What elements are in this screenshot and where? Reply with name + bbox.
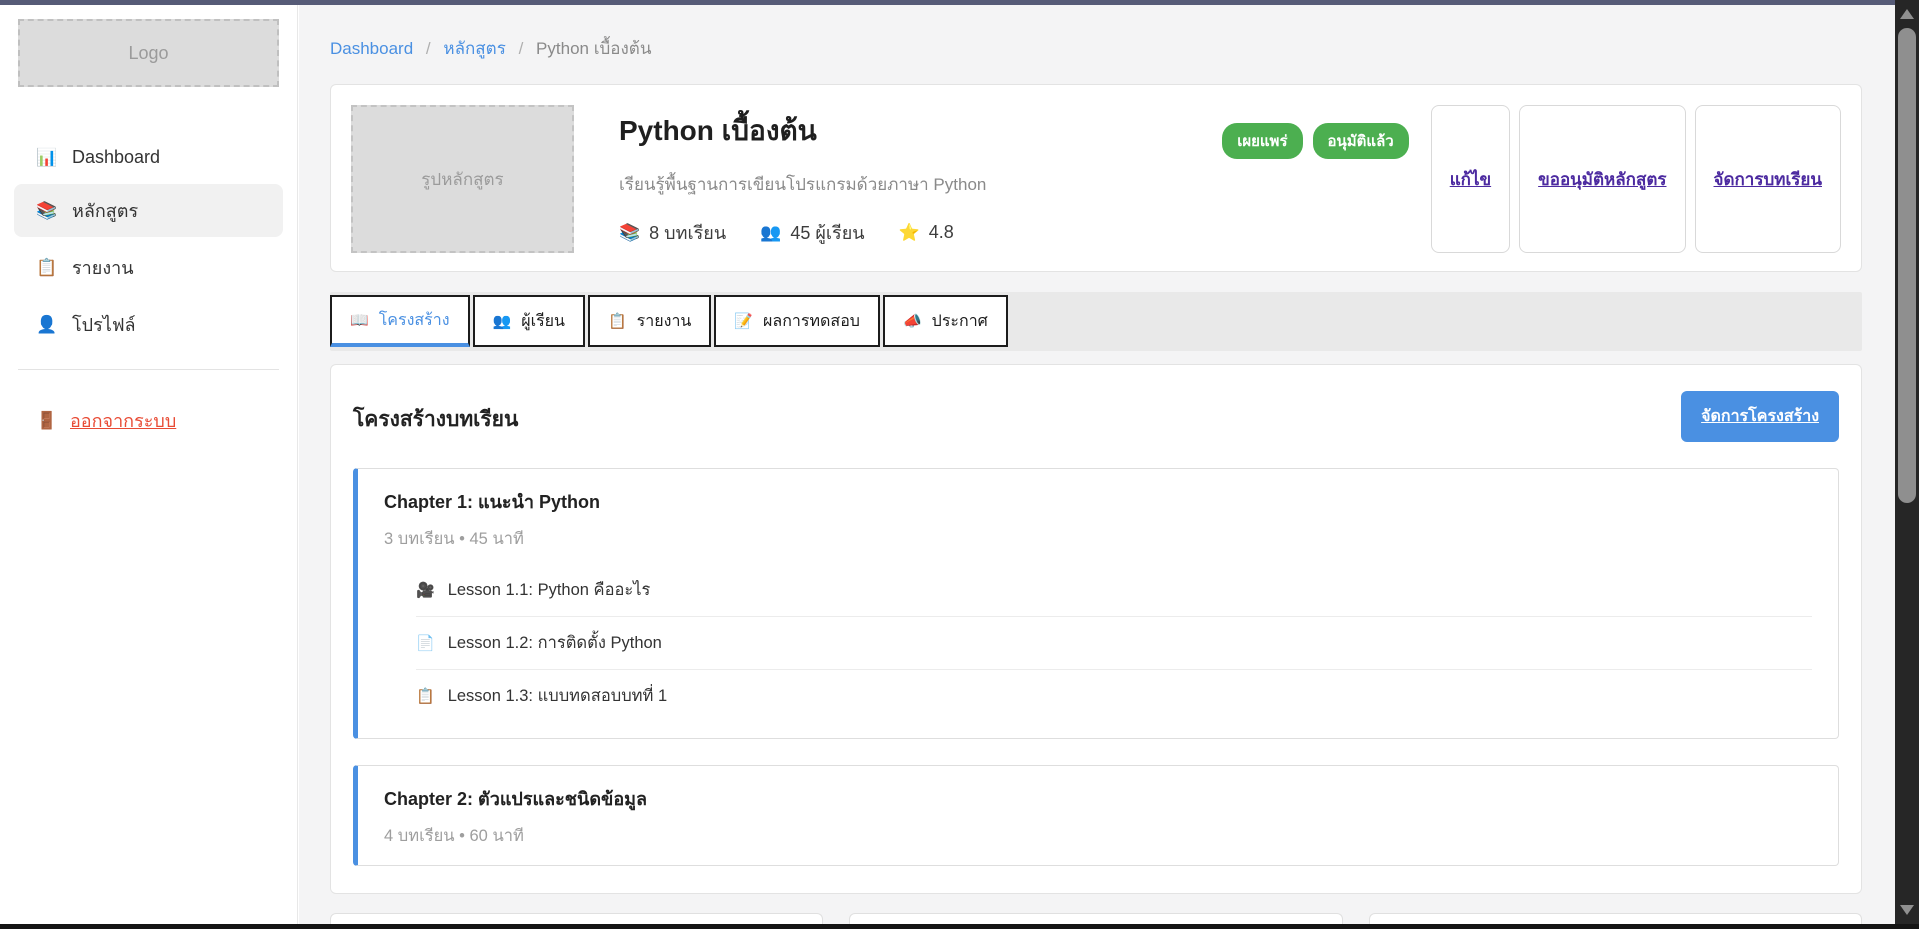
edit-course-button[interactable]: แก้ไข [1431,105,1510,253]
tab-structure[interactable]: 📖 โครงสร้าง [330,295,470,347]
course-header-card: รูปหลักสูตร Python เบื้องต้น เรียนรู้พื้… [330,84,1862,272]
edit-course-label: แก้ไข [1450,166,1491,193]
sidebar-item-label: โปรไฟล์ [72,310,136,339]
course-info: Python เบื้องต้น เรียนรู้พื้นฐานการเขียน… [619,105,986,251]
scroll-down-arrow-icon[interactable] [1900,905,1914,915]
tab-test-results[interactable]: 📝 ผลการทดสอบ [714,295,880,347]
main-content: Dashboard / หลักสูตร / Python เบื้องต้น … [299,5,1895,929]
door-icon: 🚪 [36,411,58,431]
course-description: เรียนรู้พื้นฐานการเขียนโปรแกรมด้วยภาษา P… [619,171,986,198]
breadcrumb: Dashboard / หลักสูตร / Python เบื้องต้น [330,35,1862,62]
lesson-label: Lesson 1.1: Python คืออะไร [448,577,651,603]
logout-label: ออกจากระบบ [70,406,176,435]
course-action-cards: แก้ไข ขออนุมัติหลักสูตร จัดการบทเรียน [1431,105,1841,251]
spacer [986,105,1222,251]
sidebar-item-profile[interactable]: 👤 โปรไฟล์ [14,298,283,351]
tab-reports[interactable]: 📋 รายงาน [588,295,711,347]
logout-link[interactable]: 🚪 ออกจากระบบ [14,396,283,445]
scroll-up-arrow-icon[interactable] [1900,9,1914,19]
course-image-placeholder: รูปหลักสูตร [351,105,574,253]
stat-rating: ⭐ 4.8 [899,222,954,243]
chapter-card-2: Chapter 2: ตัวแปรและชนิดข้อมูล 4 บทเรียน… [353,765,1839,866]
approved-badge: อนุมัติแล้ว [1313,123,1409,159]
tab-structure-label: โครงสร้าง [379,308,450,333]
sidebar-item-label: หลักสูตร [72,196,138,225]
breadcrumb-separator: / [519,39,524,58]
window-bottom-edge [0,924,1919,929]
logo-placeholder: Logo [18,19,279,87]
tab-students[interactable]: 👥 ผู้เรียน [473,295,585,347]
structure-panel: โครงสร้างบทเรียน จัดการโครงสร้าง Chapter… [330,364,1862,894]
breadcrumb-separator: / [426,39,431,58]
books-icon: 📚 [619,223,640,243]
manage-lessons-label: จัดการบทเรียน [1714,166,1823,193]
users-icon: 👥 [493,312,512,330]
video-camera-icon: 🎥 [416,581,435,599]
person-icon: 👤 [36,315,58,335]
sidebar-item-courses[interactable]: 📚 หลักสูตร [14,184,283,237]
chapter-card-1: Chapter 1: แนะนำ Python 3 บทเรียน • 45 น… [353,468,1839,739]
open-book-icon: 📖 [350,311,369,329]
tab-test-results-label: ผลการทดสอบ [763,309,860,334]
stat-students: 👥 45 ผู้เรียน [760,218,864,247]
tab-announcements-label: ประกาศ [932,309,988,334]
lesson-list: 🎥 Lesson 1.1: Python คืออะไร 📄 Lesson 1.… [416,564,1812,722]
megaphone-icon: 📣 [903,312,922,330]
chapter-title: Chapter 2: ตัวแปรและชนิดข้อมูล [384,784,1812,813]
course-image-label: รูปหลักสูตร [421,166,503,193]
breadcrumb-courses[interactable]: หลักสูตร [443,39,505,58]
logo-label: Logo [128,43,168,64]
lesson-row[interactable]: 🎥 Lesson 1.1: Python คืออะไร [416,564,1812,616]
bar-chart-icon: 📊 [36,148,58,168]
chapter-meta: 4 บทเรียน • 60 นาที [384,823,1812,849]
lesson-label: Lesson 1.3: แบบทดสอบบทที่ 1 [448,683,668,709]
clipboard-icon: 📋 [608,312,627,330]
structure-heading: โครงสร้างบทเรียน [353,403,518,436]
request-approval-label: ขออนุมัติหลักสูตร [1538,166,1666,193]
tab-announcements[interactable]: 📣 ประกาศ [883,295,1008,347]
status-badges: เผยแพร่ อนุมัติแล้ว [1222,123,1409,251]
tab-reports-label: รายงาน [637,309,692,334]
clipboard-icon: 📋 [416,687,435,705]
manage-structure-button[interactable]: จัดการโครงสร้าง [1681,391,1839,442]
lesson-label: Lesson 1.2: การติดตั้ง Python [448,630,662,656]
course-title: Python เบื้องต้น [619,109,986,153]
books-icon: 📚 [36,201,58,221]
sidebar-item-label: Dashboard [72,147,160,168]
sidebar-item-label: รายงาน [72,253,134,282]
stat-lessons-value: 8 บทเรียน [649,218,726,247]
sidebar-divider [18,369,279,370]
sidebar: Logo 📊 Dashboard 📚 หลักสูตร 📋 รายงาน 👤 โ… [0,5,298,929]
window-top-edge [0,0,1919,5]
lesson-row[interactable]: 📋 Lesson 1.3: แบบทดสอบบทที่ 1 [416,669,1812,722]
vertical-scrollbar[interactable] [1895,0,1919,929]
stat-students-value: 45 ผู้เรียน [790,218,864,247]
lesson-row[interactable]: 📄 Lesson 1.2: การติดตั้ง Python [416,616,1812,669]
course-stats: 📚 8 บทเรียน 👥 45 ผู้เรียน ⭐ 4.8 [619,218,986,247]
scrollbar-thumb[interactable] [1898,28,1916,503]
published-badge: เผยแพร่ [1222,123,1302,159]
stat-lessons: 📚 8 บทเรียน [619,218,726,247]
clipboard-icon: 📋 [36,258,58,278]
request-approval-button[interactable]: ขออนุมัติหลักสูตร [1519,105,1685,253]
memo-pencil-icon: 📝 [734,312,753,330]
manage-lessons-button[interactable]: จัดการบทเรียน [1695,105,1842,253]
star-icon: ⭐ [899,223,920,243]
sidebar-item-reports[interactable]: 📋 รายงาน [14,241,283,294]
sidebar-item-dashboard[interactable]: 📊 Dashboard [14,135,283,180]
tab-students-label: ผู้เรียน [521,309,565,334]
chapter-title: Chapter 1: แนะนำ Python [384,487,1812,516]
stat-rating-value: 4.8 [929,222,954,243]
structure-header: โครงสร้างบทเรียน จัดการโครงสร้าง [353,391,1839,442]
users-icon: 👥 [760,223,781,243]
course-tabs: 📖 โครงสร้าง 👥 ผู้เรียน 📋 รายงาน 📝 ผลการท… [330,292,1862,351]
chapter-meta: 3 บทเรียน • 45 นาที [384,526,1812,552]
page-icon: 📄 [416,634,435,652]
breadcrumb-current-course: Python เบื้องต้น [536,39,651,58]
breadcrumb-dashboard[interactable]: Dashboard [330,39,413,58]
sidebar-nav: 📊 Dashboard 📚 หลักสูตร 📋 รายงาน 👤 โปรไฟล… [0,135,297,351]
